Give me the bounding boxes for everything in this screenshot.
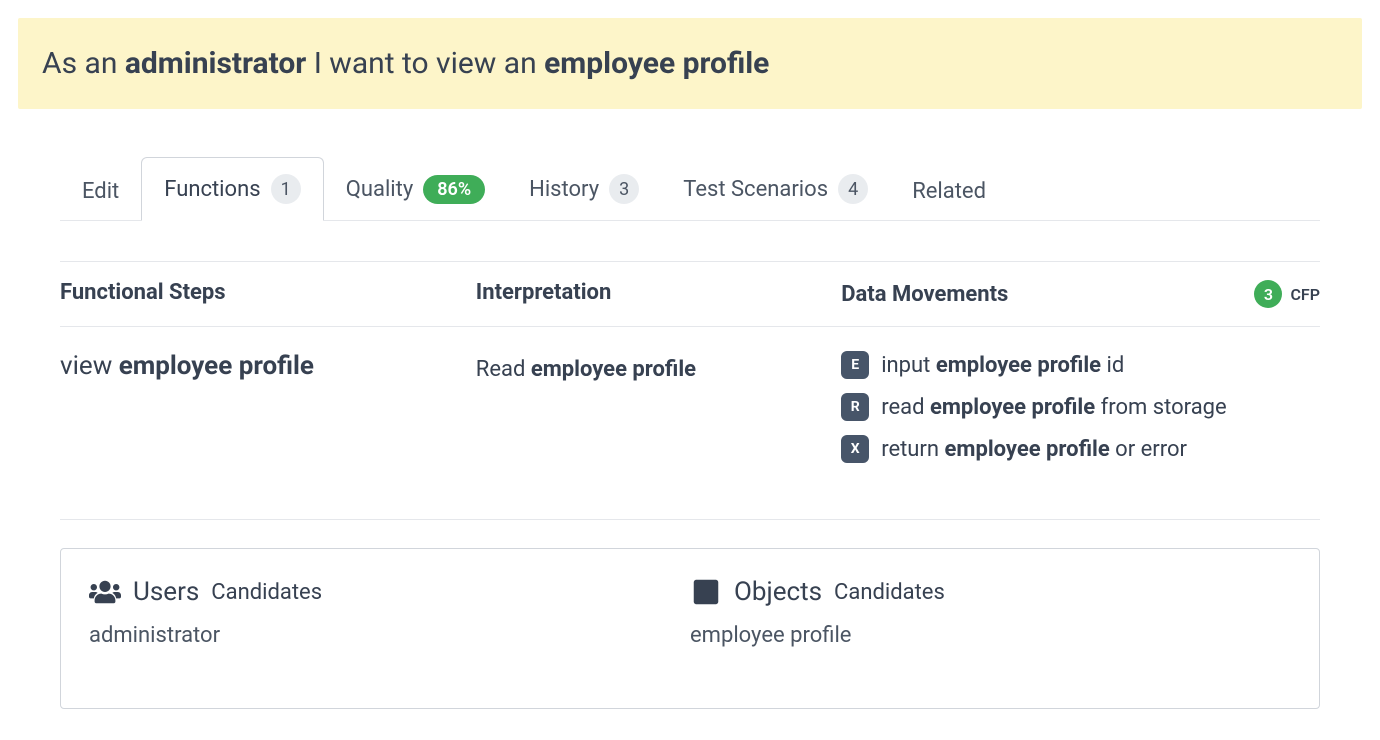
tab-functions-count: 1: [271, 174, 301, 204]
banner-prefix: As an: [42, 46, 125, 81]
header-interpretation: Interpretation: [476, 280, 841, 308]
cfp-count: 3: [1254, 280, 1282, 308]
movement-pre: input: [881, 353, 936, 378]
movement-post: id: [1101, 353, 1124, 378]
objects-value: employee profile: [690, 623, 1291, 648]
users-value: administrator: [89, 623, 690, 648]
movement-entry: E input employee profile id: [841, 351, 1320, 379]
users-title: Users: [133, 577, 199, 607]
users-icon: [89, 578, 121, 606]
movement-post: or error: [1110, 437, 1187, 462]
banner-object: employee profile: [544, 46, 769, 81]
data-movements-list: E input employee profile id R read emplo…: [841, 351, 1320, 463]
function-row: view employee profile Read employee prof…: [60, 327, 1320, 520]
objects-title: Objects: [734, 577, 822, 607]
functional-step: view employee profile: [60, 351, 476, 463]
cfp-label: CFP: [1290, 285, 1320, 304]
tab-functions-label: Functions: [164, 177, 260, 202]
candidates-box: Users Candidates administrator Objects C…: [60, 548, 1320, 709]
movement-tag-e: E: [841, 351, 869, 379]
tab-test-scenarios-count: 4: [838, 174, 868, 204]
movement-exit: X return employee profile or error: [841, 435, 1320, 463]
movement-tag-x: X: [841, 435, 869, 463]
interpretation: Read employee profile: [476, 351, 841, 463]
objects-title-row: Objects Candidates: [690, 577, 1291, 607]
movement-read: R read employee profile from storage: [841, 393, 1320, 421]
step-object: employee profile: [119, 351, 314, 381]
movement-obj: employee profile: [930, 395, 1095, 420]
tabs: Edit Functions 1 Quality 86% History 3 T…: [60, 157, 1320, 221]
movement-pre: read: [881, 395, 930, 420]
objects-subtitle: Candidates: [834, 580, 945, 605]
tab-quality-label: Quality: [346, 177, 414, 202]
tab-functions[interactable]: Functions 1: [141, 157, 323, 221]
tab-quality-badge: 86%: [423, 175, 485, 204]
movement-obj: employee profile: [945, 437, 1110, 462]
cfp-indicator: 3 CFP: [1254, 280, 1320, 308]
users-title-row: Users Candidates: [89, 577, 690, 607]
interp-object: employee profile: [531, 357, 696, 382]
header-functional-steps: Functional Steps: [60, 280, 476, 308]
tab-test-scenarios-label: Test Scenarios: [683, 177, 828, 202]
tab-history-count: 3: [609, 174, 639, 204]
movement-pre: return: [881, 437, 944, 462]
tab-test-scenarios[interactable]: Test Scenarios 4: [661, 158, 890, 220]
step-verb: view: [60, 351, 119, 381]
tab-history-label: History: [529, 177, 599, 202]
tab-history[interactable]: History 3: [507, 158, 661, 220]
object-icon: [690, 578, 722, 606]
movement-obj: employee profile: [936, 353, 1101, 378]
tab-related[interactable]: Related: [890, 163, 1008, 220]
header-data-movements: Data Movements: [841, 282, 1008, 307]
banner-middle: I want to view an: [306, 46, 544, 81]
user-story-banner: As an administrator I want to view an em…: [18, 18, 1362, 109]
movement-text: return employee profile or error: [881, 437, 1187, 462]
tab-edit-label: Edit: [82, 179, 119, 204]
tab-edit[interactable]: Edit: [60, 163, 141, 220]
movement-text: read employee profile from storage: [881, 395, 1227, 420]
users-candidates: Users Candidates administrator: [89, 577, 690, 648]
movement-post: from storage: [1095, 395, 1227, 420]
tab-quality[interactable]: Quality 86%: [324, 159, 507, 220]
movement-tag-r: R: [841, 393, 869, 421]
movement-text: input employee profile id: [881, 353, 1124, 378]
interp-verb: Read: [476, 357, 531, 382]
column-headers: Functional Steps Interpretation Data Mov…: [60, 261, 1320, 327]
objects-candidates: Objects Candidates employee profile: [690, 577, 1291, 648]
users-subtitle: Candidates: [211, 580, 322, 605]
tab-related-label: Related: [912, 179, 986, 204]
banner-role: administrator: [125, 46, 306, 81]
